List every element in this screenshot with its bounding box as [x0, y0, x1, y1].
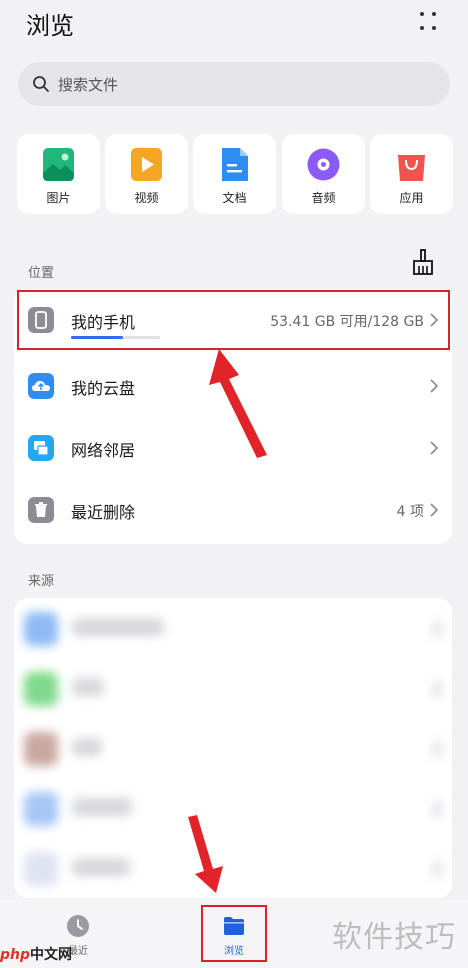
- source-app-icon: [24, 732, 58, 766]
- source-item[interactable]: [14, 660, 452, 720]
- chevron-right-icon: [430, 441, 439, 455]
- section-label-location: 位置: [28, 266, 55, 281]
- location-item-label: 最近删除: [71, 503, 136, 522]
- location-item-label: 网络邻居: [71, 441, 136, 460]
- source-app-icon: [24, 852, 58, 886]
- video-icon: [131, 148, 162, 181]
- clock-icon: [67, 915, 89, 937]
- chevron-right-icon: [430, 379, 439, 393]
- annotation-highlight-my-phone: [17, 290, 450, 350]
- category-apps[interactable]: 应用: [370, 134, 453, 214]
- search-icon: [33, 76, 49, 92]
- source-app-icon: [24, 672, 58, 706]
- category-label: 文档: [222, 191, 247, 205]
- watermark: 软件技巧: [332, 920, 456, 955]
- source-label: [72, 798, 132, 816]
- logo-php: php: [0, 947, 31, 963]
- chevron-right-icon: [432, 621, 442, 637]
- header: 浏览: [0, 0, 468, 52]
- deleted-count: 4 项: [396, 504, 424, 520]
- annotation-arrow-up: [209, 349, 267, 458]
- chevron-right-icon: [432, 861, 442, 877]
- document-icon: [222, 148, 248, 181]
- source-app-icon: [24, 792, 58, 826]
- annotation-highlight-browse-tab: [201, 905, 267, 962]
- source-label: [72, 858, 130, 876]
- search-input[interactable]: 搜索文件: [18, 62, 450, 106]
- source-label: [72, 738, 102, 756]
- chevron-right-icon: [432, 801, 442, 817]
- source-item[interactable]: [14, 720, 452, 780]
- logo-cn: 中文网: [30, 947, 73, 963]
- category-grid: 图片 视频 文档 音频 应用: [17, 134, 453, 214]
- category-label: 视频: [134, 191, 159, 205]
- source-item[interactable]: [14, 600, 452, 660]
- category-audio[interactable]: 音频: [282, 134, 365, 214]
- chevron-right-icon: [432, 741, 442, 757]
- source-item[interactable]: [14, 780, 452, 840]
- annotation-arrow-down: [188, 815, 223, 893]
- sources-card: [14, 598, 452, 898]
- chevron-right-icon: [430, 503, 439, 517]
- audio-icon: [307, 148, 340, 181]
- source-item[interactable]: [14, 840, 452, 898]
- source-label: [72, 618, 164, 636]
- app-icon: [398, 155, 425, 181]
- location-item-recently-deleted[interactable]: 最近删除 4 项: [14, 479, 452, 541]
- chevron-right-icon: [432, 681, 442, 697]
- cloud-icon: [28, 373, 54, 399]
- source-app-icon: [24, 612, 58, 646]
- category-videos[interactable]: 视频: [105, 134, 188, 214]
- site-logo: php中文网: [0, 944, 72, 964]
- trash-icon: [28, 497, 54, 523]
- category-images[interactable]: 图片: [17, 134, 100, 214]
- category-documents[interactable]: 文档: [193, 134, 276, 214]
- section-label-sources: 来源: [28, 574, 55, 589]
- location-item-label: 我的云盘: [71, 379, 136, 398]
- broom-icon[interactable]: [410, 248, 436, 276]
- image-icon: [43, 148, 74, 181]
- page-title: 浏览: [26, 12, 74, 40]
- network-icon: [28, 435, 54, 461]
- category-label: 应用: [399, 191, 424, 205]
- category-label: 图片: [46, 191, 71, 205]
- source-label: [72, 678, 104, 696]
- category-label: 音频: [311, 191, 336, 205]
- search-placeholder: 搜索文件: [58, 76, 119, 94]
- more-dots-icon[interactable]: [418, 10, 438, 32]
